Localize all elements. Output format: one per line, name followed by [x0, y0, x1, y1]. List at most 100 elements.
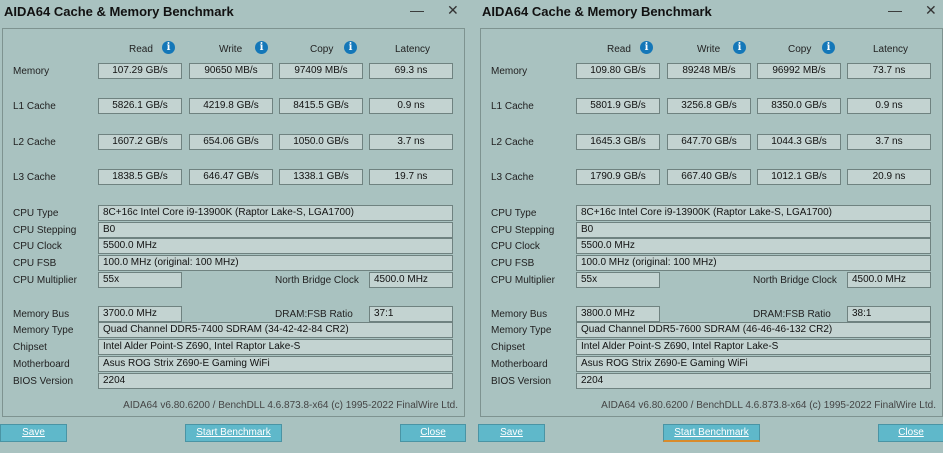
write-value: 667.40 GB/s [667, 169, 751, 185]
motherboard-label: Motherboard [491, 359, 548, 370]
cpu-clock-label: CPU Clock [491, 241, 540, 252]
chipset-label: Chipset [491, 342, 525, 353]
cpu-clock-value: 5500.0 MHz [576, 238, 931, 254]
copyright-footer: AIDA64 v6.80.6200 / BenchDLL 4.6.873.8-x… [601, 400, 936, 411]
copy-value: 8415.5 GB/s [279, 98, 363, 114]
bios-version-value: 2204 [98, 373, 453, 389]
close-icon[interactable]: ✕ [925, 2, 937, 19]
title-bar[interactable]: AIDA64 Cache & Memory Benchmark — ✕ [478, 0, 943, 24]
header-copy: Copy [788, 44, 812, 55]
save-button[interactable]: Save [0, 424, 67, 442]
write-value: 89248 MB/s [667, 63, 751, 79]
header-latency: Latency [395, 44, 431, 55]
north-bridge-clock-label: North Bridge Clock [275, 275, 359, 286]
window-title: AIDA64 Cache & Memory Benchmark [482, 4, 712, 19]
memory-bus-value: 3800.0 MHz [576, 306, 660, 322]
latency-value: 73.7 ns [847, 63, 931, 79]
header-read: Read [607, 44, 631, 55]
cpu-multiplier-value: 55x [98, 272, 182, 288]
save-button-label: Save [500, 427, 523, 438]
benchmark-window: AIDA64 Cache & Memory Benchmark — ✕ Read… [478, 0, 943, 453]
cpu-multiplier-label: CPU Multiplier [491, 275, 555, 286]
copy-value: 1012.1 GB/s [757, 169, 841, 185]
header-latency: Latency [873, 44, 909, 55]
close-icon[interactable]: ✕ [447, 2, 459, 19]
cpu-multiplier-value: 55x [576, 272, 660, 288]
title-bar[interactable]: AIDA64 Cache & Memory Benchmark — ✕ [0, 0, 470, 24]
north-bridge-clock-value: 4500.0 MHz [369, 272, 453, 288]
chipset-value: Intel Alder Point-S Z690, Intel Raptor L… [98, 339, 453, 355]
bios-version-value: 2204 [576, 373, 931, 389]
close-button-label: Close [898, 427, 924, 438]
start-benchmark-button-label: Start Benchmark [196, 427, 271, 438]
row-label: Memory [491, 66, 528, 77]
header-read: Read [129, 44, 153, 55]
read-value: 1645.3 GB/s [576, 134, 660, 150]
save-button[interactable]: Save [478, 424, 545, 442]
info-icon[interactable]: i [822, 41, 835, 54]
info-icon[interactable]: i [733, 41, 746, 54]
copy-value: 1044.3 GB/s [757, 134, 841, 150]
motherboard-value: Asus ROG Strix Z690-E Gaming WiFi [98, 356, 453, 372]
cpu-clock-value: 5500.0 MHz [98, 238, 453, 254]
row-label: L3 Cache [13, 172, 56, 183]
north-bridge-clock-value: 4500.0 MHz [847, 272, 931, 288]
cpu-stepping-label: CPU Stepping [491, 225, 555, 236]
latency-value: 20.9 ns [847, 169, 931, 185]
save-button-label: Save [22, 427, 45, 438]
row-label: L3 Cache [491, 172, 534, 183]
close-button[interactable]: Close [878, 424, 943, 442]
copy-value: 96992 MB/s [757, 63, 841, 79]
read-value: 107.29 GB/s [98, 63, 182, 79]
row-label: L1 Cache [13, 101, 56, 112]
chipset-label: Chipset [13, 342, 47, 353]
write-value: 654.06 GB/s [189, 134, 273, 150]
motherboard-label: Motherboard [13, 359, 70, 370]
cpu-type-label: CPU Type [13, 208, 59, 219]
read-value: 1838.5 GB/s [98, 169, 182, 185]
info-icon[interactable]: i [640, 41, 653, 54]
copy-value: 1050.0 GB/s [279, 134, 363, 150]
header-write: Write [697, 44, 721, 55]
write-value: 3256.8 GB/s [667, 98, 751, 114]
write-value: 646.47 GB/s [189, 169, 273, 185]
cpu-stepping-label: CPU Stepping [13, 225, 77, 236]
copyright-footer: AIDA64 v6.80.6200 / BenchDLL 4.6.873.8-x… [123, 400, 458, 411]
latency-value: 3.7 ns [847, 134, 931, 150]
memory-type-label: Memory Type [491, 325, 552, 336]
dram-fsb-ratio-label: DRAM:FSB Ratio [753, 309, 831, 320]
memory-type-value: Quad Channel DDR5-7600 SDRAM (46-46-46-1… [576, 322, 931, 338]
cpu-type-value: 8C+16c Intel Core i9-13900K (Raptor Lake… [576, 205, 931, 221]
cpu-stepping-value: B0 [98, 222, 453, 238]
info-icon[interactable]: i [255, 41, 268, 54]
minimize-icon[interactable]: — [888, 2, 902, 18]
start-benchmark-button[interactable]: Start Benchmark [663, 424, 760, 442]
cpu-fsb-value: 100.0 MHz (original: 100 MHz) [576, 255, 931, 271]
memory-bus-value: 3700.0 MHz [98, 306, 182, 322]
latency-value: 19.7 ns [369, 169, 453, 185]
window-title: AIDA64 Cache & Memory Benchmark [4, 4, 234, 19]
copy-value: 8350.0 GB/s [757, 98, 841, 114]
minimize-icon[interactable]: — [410, 2, 424, 18]
read-value: 5826.1 GB/s [98, 98, 182, 114]
memory-type-value: Quad Channel DDR5-7400 SDRAM (34-42-42-8… [98, 322, 453, 338]
write-value: 647.70 GB/s [667, 134, 751, 150]
chipset-value: Intel Alder Point-S Z690, Intel Raptor L… [576, 339, 931, 355]
close-button-label: Close [420, 427, 446, 438]
dram-fsb-ratio-value: 37:1 [369, 306, 453, 322]
close-button[interactable]: Close [400, 424, 466, 442]
header-write: Write [219, 44, 243, 55]
read-value: 109.80 GB/s [576, 63, 660, 79]
cpu-fsb-label: CPU FSB [13, 258, 57, 269]
row-label: L2 Cache [491, 137, 534, 148]
info-icon[interactable]: i [344, 41, 357, 54]
latency-value: 0.9 ns [847, 98, 931, 114]
bios-version-label: BIOS Version [491, 376, 552, 387]
header-copy: Copy [310, 44, 334, 55]
start-benchmark-button[interactable]: Start Benchmark [185, 424, 282, 442]
info-icon[interactable]: i [162, 41, 175, 54]
motherboard-value: Asus ROG Strix Z690-E Gaming WiFi [576, 356, 931, 372]
cpu-fsb-label: CPU FSB [491, 258, 535, 269]
dram-fsb-ratio-label: DRAM:FSB Ratio [275, 309, 353, 320]
cpu-multiplier-label: CPU Multiplier [13, 275, 77, 286]
